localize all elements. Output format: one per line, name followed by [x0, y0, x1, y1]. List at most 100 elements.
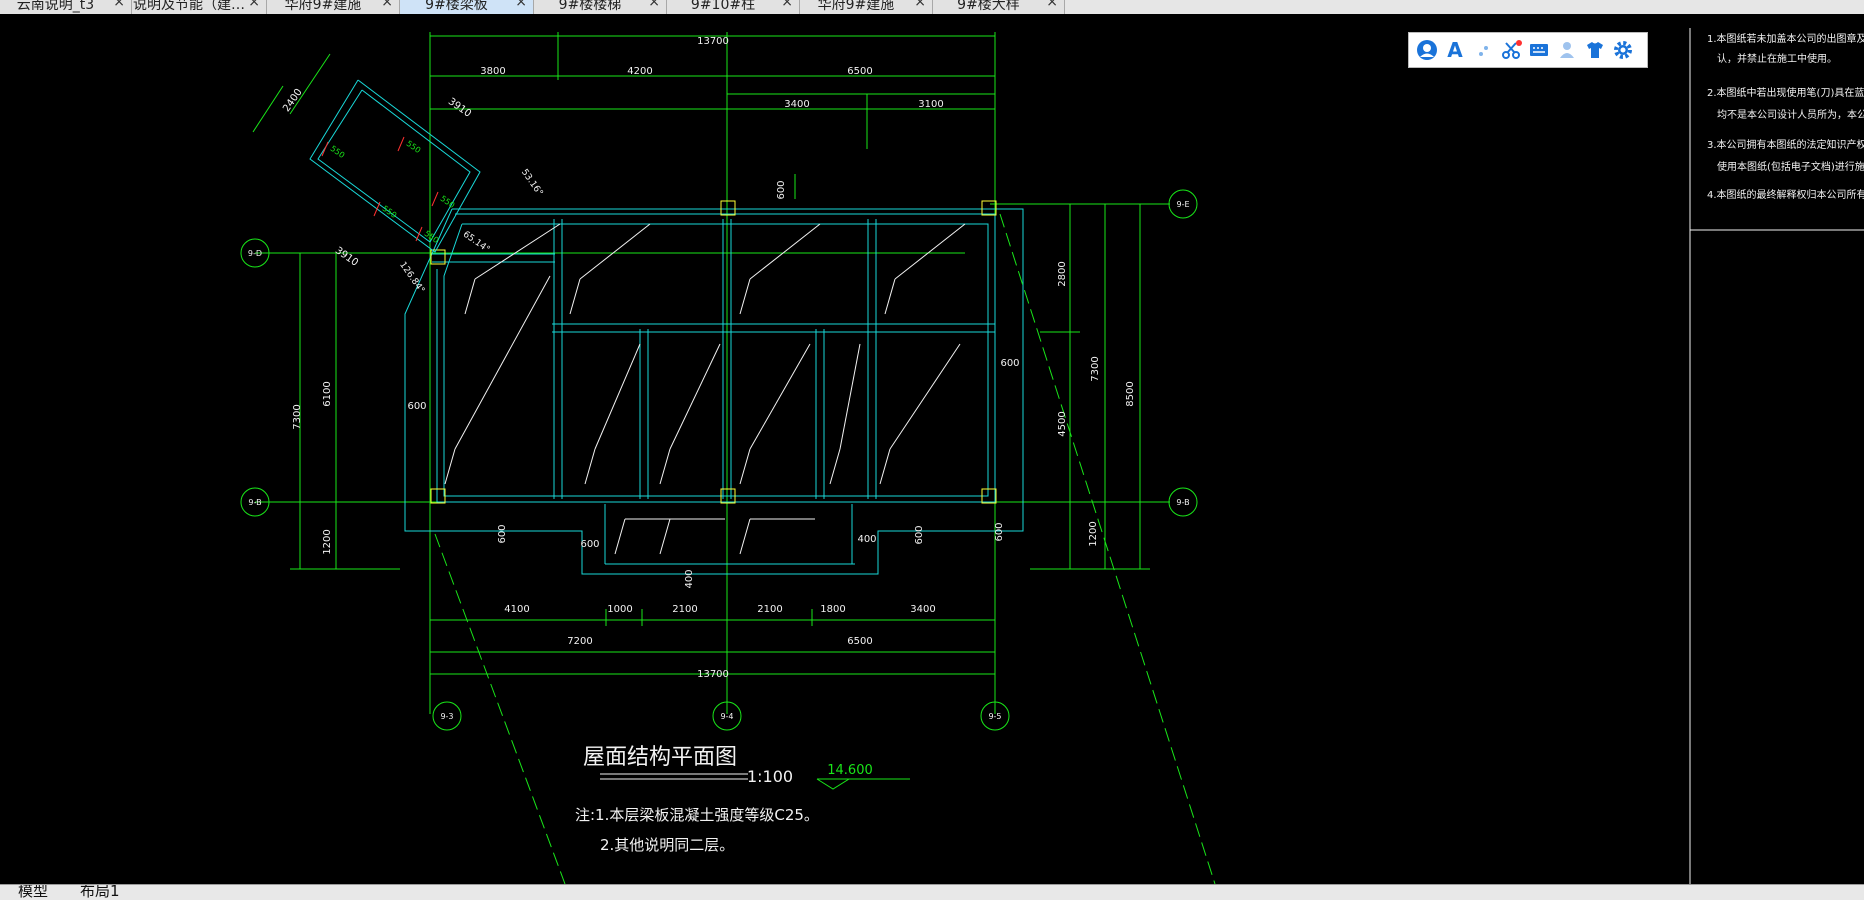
scissors-icon[interactable]: [1497, 36, 1525, 64]
layout-tab-1[interactable]: 模型: [18, 885, 48, 900]
drawing-line: [739, 448, 751, 485]
dimension-label: 1200: [322, 529, 333, 554]
dimension-label: 2100: [757, 604, 782, 615]
dimension-label: 600: [497, 524, 508, 543]
dimension-label: 7300: [292, 404, 303, 429]
dimension-label: 6500: [847, 66, 872, 77]
wing-dimension: 550: [439, 194, 457, 210]
person-icon[interactable]: [1553, 36, 1581, 64]
tab-label: 华府9#建施: [284, 0, 362, 13]
drawing-line: [579, 223, 651, 280]
tab-5[interactable]: 9#楼楼梯 ×: [534, 0, 667, 14]
drawing-line: [739, 518, 751, 555]
dimension-label: 6500: [847, 636, 872, 647]
drawing-note-2: 2.其他说明同二层。: [600, 836, 734, 854]
drawing-line: [252, 85, 284, 133]
drawing-line: [569, 278, 581, 315]
tab-3[interactable]: 华府9#建施 ×: [267, 0, 400, 14]
floating-input-toolbar: A: [1408, 32, 1648, 68]
dimension-label: 1800: [820, 604, 845, 615]
column-marker: [720, 200, 736, 216]
dimension-label: 53.16°: [519, 168, 545, 199]
tab-8[interactable]: 9#楼大样 ×: [933, 0, 1065, 14]
wing-dimension: 550: [405, 139, 423, 155]
dots-icon[interactable]: [1469, 36, 1497, 64]
tshirt-icon[interactable]: [1581, 36, 1609, 64]
tab-7[interactable]: 华府9#建施 ×: [800, 0, 933, 14]
dimension-label: 7200: [567, 636, 592, 647]
tab-close-icon[interactable]: ×: [914, 0, 926, 10]
dimension-label: 65.14°: [461, 230, 492, 256]
dimension-label: 1000: [607, 604, 632, 615]
axis-9-3-label: 9-3: [440, 712, 453, 721]
drawing-line: [464, 278, 476, 315]
tab-close-icon[interactable]: ×: [515, 0, 527, 10]
rebar-mark: [415, 226, 423, 242]
tab-close-icon[interactable]: ×: [1046, 0, 1058, 10]
tab-close-icon[interactable]: ×: [113, 0, 125, 10]
dimension-label: 3400: [784, 99, 809, 110]
user-circle-icon[interactable]: [1413, 36, 1441, 64]
drawing-title: 屋面结构平面图: [583, 745, 737, 770]
axis-9-4-label: 9-4: [720, 712, 733, 721]
drawing-line: [444, 448, 456, 485]
tab-label: 华府9#建施: [817, 0, 895, 13]
dimension-label: 3400: [910, 604, 935, 615]
drawing-line: [454, 275, 551, 450]
dimension-label: 6100: [322, 381, 333, 406]
tab-6[interactable]: 9#10#柱 ×: [667, 0, 800, 14]
tab-label: 云南说明_t3: [16, 0, 95, 13]
note-line: 4.本图纸的最终解释权归本公司所有。: [1707, 188, 1864, 201]
dimension-label: 13700: [697, 669, 729, 680]
drawing-line: [614, 518, 626, 555]
drawing-line: [584, 448, 596, 485]
note-line: 3.本公司拥有本图纸的法定知识产权，任何: [1707, 138, 1864, 151]
drawing-scale: 1:100: [747, 767, 793, 786]
axis-9-5-label: 9-5: [988, 712, 1001, 721]
dimension-label: 2400: [281, 87, 305, 114]
drawing-line: [739, 278, 751, 315]
dashed-guide: [999, 213, 1216, 884]
dimension-label: 600: [1000, 358, 1019, 369]
tab-label: 9#楼楼梯: [558, 0, 622, 13]
layout-tab-2[interactable]: 布局1: [80, 885, 120, 900]
dimension-label: 600: [994, 522, 1005, 541]
tab-2[interactable]: 说明及节能（建… ×: [132, 0, 267, 14]
tab-close-icon[interactable]: ×: [248, 0, 260, 10]
wing-dimension: 550: [329, 144, 347, 160]
axis-9-E-label: 9-E: [1176, 200, 1189, 209]
note-line: 1.本图纸若未加盖本公司的出图章及资质章，则: [1707, 32, 1864, 45]
elevation-label: 14.600: [827, 763, 873, 778]
font-icon[interactable]: A: [1441, 36, 1469, 64]
axis-9-B-right-label: 9-B: [1176, 498, 1189, 507]
drawing-line: [884, 278, 896, 315]
dimension-label: 3100: [918, 99, 943, 110]
cad-drawing-canvas[interactable]: 13700 3800 4200 6500 3400 3100 600 2400 3910 3910…: [0, 14, 1864, 884]
dimension-label: 400: [857, 534, 876, 545]
dimension-label: 3910: [333, 245, 360, 269]
wing-dimension: 550: [423, 229, 441, 245]
keyboard-icon[interactable]: [1525, 36, 1553, 64]
dimension-label: 400: [684, 569, 695, 588]
tab-close-icon[interactable]: ×: [781, 0, 793, 10]
beam-outline-inner: [443, 223, 989, 497]
tab-close-icon[interactable]: ×: [648, 0, 660, 10]
rebar-mark: [431, 191, 439, 207]
elevation-marker: [816, 778, 851, 790]
note-line: 均不是本公司设计人员所为，本公司不予: [1717, 108, 1864, 121]
drawing-line: [829, 448, 841, 485]
tab-4[interactable]: 9#楼梁板 ×: [400, 0, 534, 14]
dimension-label: 4500: [1057, 411, 1068, 436]
tab-label: 9#楼大样: [957, 0, 1020, 13]
dimension-label: 2800: [1057, 261, 1068, 286]
drawing-note-1: 注:1.本层梁板混凝土强度等级C25。: [575, 806, 819, 824]
dimension-label: 600: [914, 525, 925, 544]
tab-close-icon[interactable]: ×: [381, 0, 393, 10]
layout-tab-bar: 模型 布局1: [0, 884, 1864, 900]
rebar-mark: [397, 136, 405, 152]
drawing-line: [839, 343, 861, 450]
rebar-mark: [321, 141, 329, 157]
column-marker: [981, 200, 997, 216]
tab-1[interactable]: 云南说明_t3 ×: [0, 0, 132, 14]
gear-icon[interactable]: [1609, 36, 1637, 64]
